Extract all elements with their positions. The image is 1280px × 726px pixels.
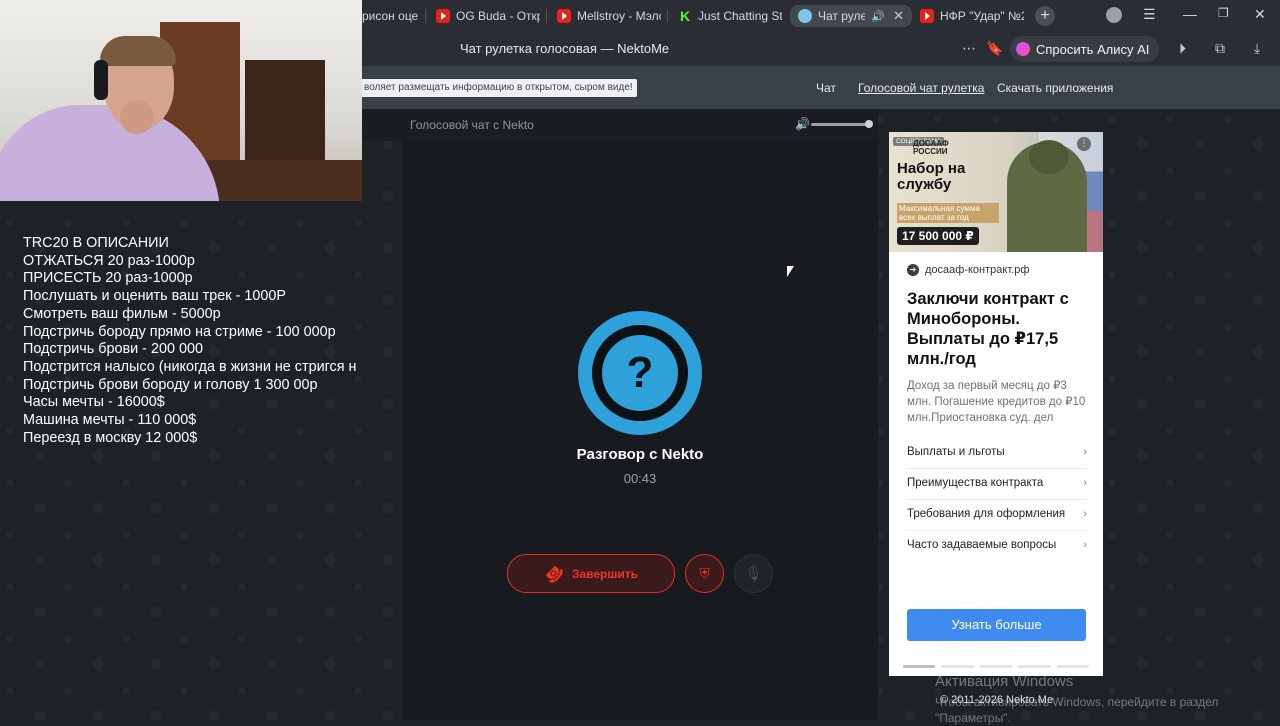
nav-chat[interactable]: Чат [816,81,836,95]
ask-alice-label: Спросить Алису AI [1036,41,1150,57]
menu-icon[interactable]: ☰ [1143,6,1156,23]
ad-link-payments[interactable]: Выплаты и льготы › [907,437,1087,469]
tab-label: OG Buda - Откро [456,9,540,23]
restore-icon[interactable]: ❐ [1218,6,1229,20]
alice-icon [1016,42,1030,56]
ad-link-label: Преимущества контракта [907,477,1044,489]
tab-youtube-3[interactable]: Mellstroy - Мэлс [557,5,661,27]
extensions-icon[interactable]: ⧉ [1215,40,1225,57]
call-timer: 00:43 [623,471,657,486]
tab-kick[interactable]: K Just Chatting Str [678,5,782,27]
ad-banner-amount: 17 500 000 ₽ [897,227,979,245]
ad-menu-icon[interactable]: ⋮ [1077,137,1091,151]
price-list-line: ПРИСЕСТЬ 20 раз-1000р [23,270,193,287]
play-icon[interactable]: ⏵ [1179,40,1186,57]
nav-voice-chat-roulette[interactable]: Голосовой чат рулетка [858,81,984,95]
microphone-icon: 🎙 [744,565,763,581]
tab-label: Чат рулетк [818,9,866,23]
end-call-label: Завершить [571,566,638,581]
volume-slider[interactable] [811,123,869,126]
volume-icon[interactable]: 🔊 [795,117,810,131]
tab-youtube-2[interactable]: OG Buda - Откро [436,5,540,27]
ad-banner-headline: Набор на службу [897,160,966,193]
tab-label: Mellstroy - Мэлс [577,9,661,23]
chevron-right-icon: › [1083,508,1087,520]
page-title: Чат рулетка голосовая — NektoMe [460,41,670,56]
arrow-right-circle-icon: ➜ [907,264,919,276]
chat-header-title: Голосовой чат с Nekto [410,118,534,132]
tab-label: рисон оцен [362,9,418,23]
ad-link-label: Требования для оформления [907,508,1066,520]
ad-block[interactable]: СОЦРЕКЛАМА ДОСААФ РОССИИ ⋮ Набор на служ… [889,132,1103,676]
ask-alice-button[interactable]: Спросить Алису AI [1010,36,1160,62]
end-call-button[interactable]: ☎ Завершить [507,554,675,593]
ad-banner-image[interactable]: СОЦРЕКЛАМА ДОСААФ РОССИИ ⋮ Набор на служ… [889,132,1103,252]
price-list-line: Подстричь бороду прямо на стриме - 100 0… [23,323,336,340]
tab-youtube-1[interactable]: рисон оцен [362,5,418,27]
youtube-icon [920,9,934,23]
chat-header: Голосовой чат с Nekto 🔊 [362,109,878,141]
price-list-line: Подстричь брови - 200 000 [23,341,203,358]
price-list-line: Часы мечты - 16000$ [23,394,165,411]
tab-label: НФР "Удар" №2 [940,9,1024,23]
report-button[interactable]: ⛨ [685,554,724,593]
price-list-line: Послушать и оценить ваш трек - 1000Р [23,288,286,305]
price-list-line: ОТЖАТЬСЯ 20 раз-1000р [23,252,195,269]
ad-link-label: Выплаты и льготы [907,446,1005,458]
chevron-right-icon: › [1083,477,1087,489]
youtube-icon [557,9,571,23]
shield-alert-icon: ⛨ [699,565,710,581]
more-icon[interactable]: ⋯ [962,40,976,57]
download-icon[interactable]: ⤓ [1254,40,1260,57]
ad-banner-caption: Максимальная сумма всех выплат за год [897,203,999,223]
price-list-line: Подстричь брови бороду и голову 1 300 00… [23,376,318,393]
nav-download-apps[interactable]: Скачать приложения [997,81,1113,95]
bookmark-icon[interactable]: 🔖 [986,40,1003,57]
conversation-title: Разговор с Nekto [576,446,704,463]
ad-link-label: Часто задаваемые вопросы [907,539,1057,551]
youtube-icon [436,9,450,23]
new-tab-button[interactable]: + [1035,6,1055,26]
ad-brand-logo: ДОСААФ РОССИИ [913,139,949,156]
mouse-cursor-icon [787,266,794,277]
chevron-right-icon: › [1083,539,1087,551]
price-list-line: Смотреть ваш фильм - 5000р [23,305,221,322]
volume-slider-handle[interactable] [865,120,873,128]
ad-carousel-indicator[interactable] [903,665,1090,668]
stream-price-list: TRC20 В ОПИСАНИИ ОТЖАТЬСЯ 20 раз-1000р П… [23,235,375,447]
windows-activation-title: Активация Windows [935,673,1074,690]
close-icon[interactable]: ✕ [893,8,904,24]
voice-chat-panel: ? Разговор с Nekto 00:43 ☎ Завершить ⛨ 🎙 [402,141,878,720]
ad-link-faq[interactable]: Часто задаваемые вопросы › [907,530,1087,561]
price-list-line: TRC20 В ОПИСАНИИ [23,235,169,251]
price-list-line: Подстрится налысо (никогда в жизни не ст… [23,358,357,375]
profile-avatar-icon[interactable] [1106,7,1122,23]
chevron-right-icon: › [1083,446,1087,458]
ad-description: Доход за первый месяц до ₽3 млн. Погашен… [907,380,1086,424]
minimize-icon[interactable]: — [1183,6,1197,22]
tab-youtube-4[interactable]: НФР "Удар" №2 [920,5,1024,27]
ad-link-benefits[interactable]: Преимущества контракта › [907,468,1087,500]
speaker-icon[interactable]: 🔊 [871,10,885,23]
mute-mic-button[interactable]: 🎙 [734,554,773,593]
nekto-icon [798,9,812,23]
ad-domain-label: досааф-контракт.рф [925,264,1030,276]
ad-link-requirements[interactable]: Требования для оформления › [907,499,1087,531]
question-mark-icon: ? [602,335,678,411]
partner-avatar: ? [578,311,702,435]
ad-title[interactable]: Заключи контракт с Минобороны. Выплаты д… [907,289,1093,369]
tab-nekto-active[interactable]: Чат рулетк 🔊 ✕ [790,5,912,27]
phone-hangup-icon: ☎ [540,560,567,587]
ad-domain[interactable]: ➜ досааф-контракт.рф [907,264,1029,276]
streamer-webcam [0,0,362,201]
price-list-line: Машина мечты - 110 000$ [23,412,197,429]
site-copyright: © 2011-2026 Nekto.Me [940,694,1054,706]
window-close-icon[interactable]: ✕ [1254,6,1266,23]
tab-label: Just Chatting Str [698,9,782,23]
site-notice: воляет размещать информацию в открытом, … [360,79,637,97]
kick-icon: K [679,8,691,24]
ad-learn-more-button[interactable]: Узнать больше [907,609,1086,641]
price-list-line: Переезд в москву 12 000$ [23,429,198,446]
